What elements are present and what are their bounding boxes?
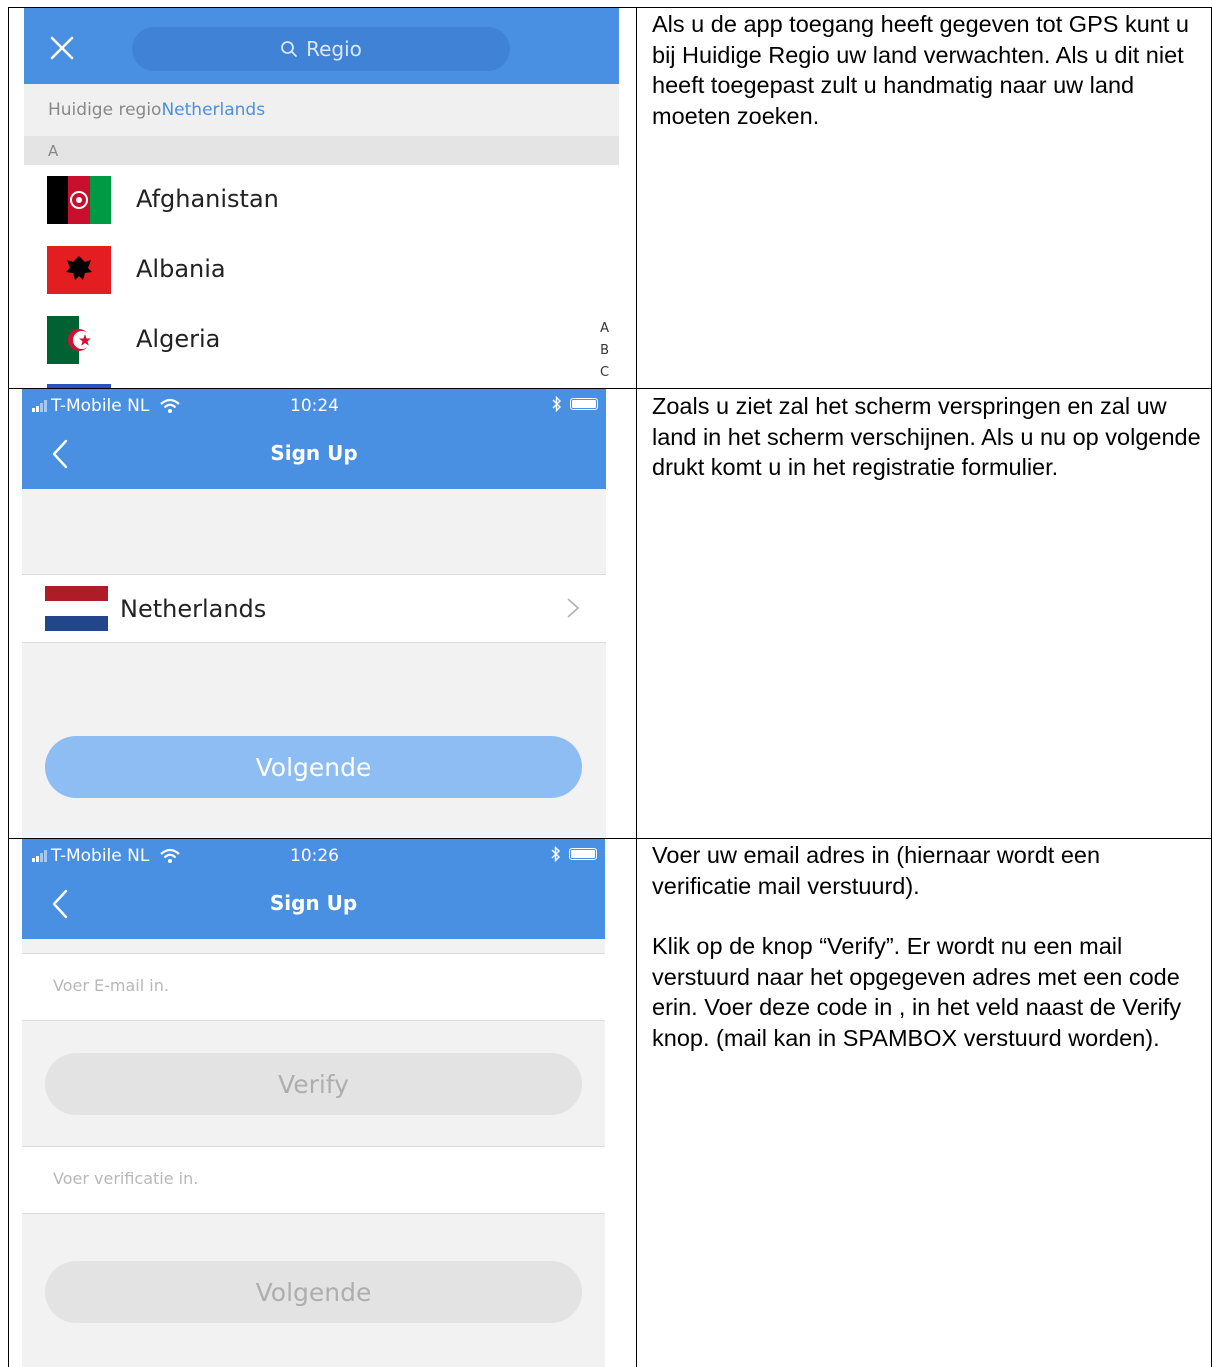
clock: 10:26 xyxy=(290,846,339,866)
carrier-name: T-Mobile NL xyxy=(51,396,150,416)
signal-icon xyxy=(32,850,47,862)
country-name: Albania xyxy=(136,255,226,283)
verification-field[interactable]: Voer verificatie in. xyxy=(22,1146,605,1214)
bluetooth-icon xyxy=(551,846,560,862)
wifi-icon xyxy=(160,848,181,863)
carrier-info: T-Mobile NL xyxy=(32,846,181,866)
country-name: Netherlands xyxy=(120,595,267,623)
search-header: Regio xyxy=(24,8,619,84)
search-placeholder: Regio xyxy=(306,37,362,61)
row-3-description: Voer uw email adres in (hiernaar wordt e… xyxy=(652,840,1204,1053)
index-letter[interactable]: A xyxy=(600,318,609,340)
region-search-input[interactable]: Regio xyxy=(132,27,510,71)
afghanistan-flag xyxy=(47,176,111,224)
current-region-value: Netherlands xyxy=(161,100,266,120)
index-letter[interactable]: B xyxy=(600,340,609,362)
albania-flag xyxy=(47,246,111,294)
status-right xyxy=(552,396,598,412)
battery-icon xyxy=(569,848,597,860)
clock: 10:24 xyxy=(290,396,339,416)
current-region-row[interactable]: Huidige regioNetherlands xyxy=(24,84,619,136)
page-title: Sign Up xyxy=(270,441,358,465)
description-paragraph: Klik op de knop “Verify”. Er wordt nu ee… xyxy=(652,933,1182,1051)
email-field[interactable]: Voer E-mail in. xyxy=(22,953,605,1021)
page-title: Sign Up xyxy=(269,891,358,915)
nav-bar: Sign Up xyxy=(22,423,606,489)
table-border-left xyxy=(8,7,9,1367)
status-bar: T-Mobile NL 10:24 xyxy=(22,389,606,423)
carrier-name: T-Mobile NL xyxy=(51,846,150,866)
current-region-label: Huidige regio xyxy=(48,100,162,120)
description-paragraph: Zoals u ziet zal het scherm verspringen … xyxy=(652,393,1201,480)
battery-icon xyxy=(570,398,598,410)
row-1-description: Als u de app toegang heeft gegeven tot G… xyxy=(652,9,1204,131)
next-row-flag-peek xyxy=(47,384,111,388)
next-button[interactable]: Volgende xyxy=(45,736,582,798)
carrier-info: T-Mobile NL xyxy=(32,396,181,416)
algeria-flag xyxy=(47,316,111,364)
table-column-divider xyxy=(636,7,637,1367)
email-placeholder: Voer E-mail in. xyxy=(53,976,169,995)
verify-button[interactable]: Verify xyxy=(45,1053,582,1115)
signal-icon xyxy=(32,400,47,412)
country-list-item[interactable]: Afghanistan xyxy=(24,165,619,235)
region-picker-screenshot: Regio Huidige regioNetherlands A Afghani… xyxy=(24,8,619,388)
netherlands-flag xyxy=(45,586,108,631)
bluetooth-icon xyxy=(552,396,561,412)
country-list-item[interactable]: Algeria xyxy=(24,305,619,375)
verification-placeholder: Voer verificatie in. xyxy=(53,1169,199,1188)
section-header: A xyxy=(24,136,619,165)
alphabet-index[interactable]: A B C xyxy=(600,318,609,384)
country-name: Afghanistan xyxy=(136,185,279,213)
selected-country-row[interactable]: Netherlands xyxy=(22,574,606,643)
close-icon[interactable] xyxy=(48,34,76,62)
wifi-icon xyxy=(160,398,181,413)
status-bar: T-Mobile NL 10:26 xyxy=(22,839,605,873)
country-list-item[interactable]: Albania xyxy=(24,235,619,305)
signup-email-screenshot: T-Mobile NL 10:26 Sign Up Voer E-mail in… xyxy=(22,839,605,1367)
row-2-description: Zoals u ziet zal het scherm verspringen … xyxy=(652,391,1204,483)
country-name: Algeria xyxy=(136,325,221,353)
next-button[interactable]: Volgende xyxy=(45,1261,582,1323)
nav-bar: Sign Up xyxy=(22,873,605,939)
index-letter[interactable]: C xyxy=(600,362,609,384)
instruction-table: Regio Huidige regioNetherlands A Afghani… xyxy=(0,0,1212,1367)
signup-country-screenshot: T-Mobile NL 10:24 Sign Up Netherlands Vo… xyxy=(22,389,606,837)
description-paragraph: Voer uw email adres in (hiernaar wordt e… xyxy=(652,842,1101,899)
status-right xyxy=(551,846,597,862)
search-icon xyxy=(281,41,297,57)
description-paragraph: Als u de app toegang heeft gegeven tot G… xyxy=(652,11,1189,129)
chevron-right-icon xyxy=(567,598,580,618)
